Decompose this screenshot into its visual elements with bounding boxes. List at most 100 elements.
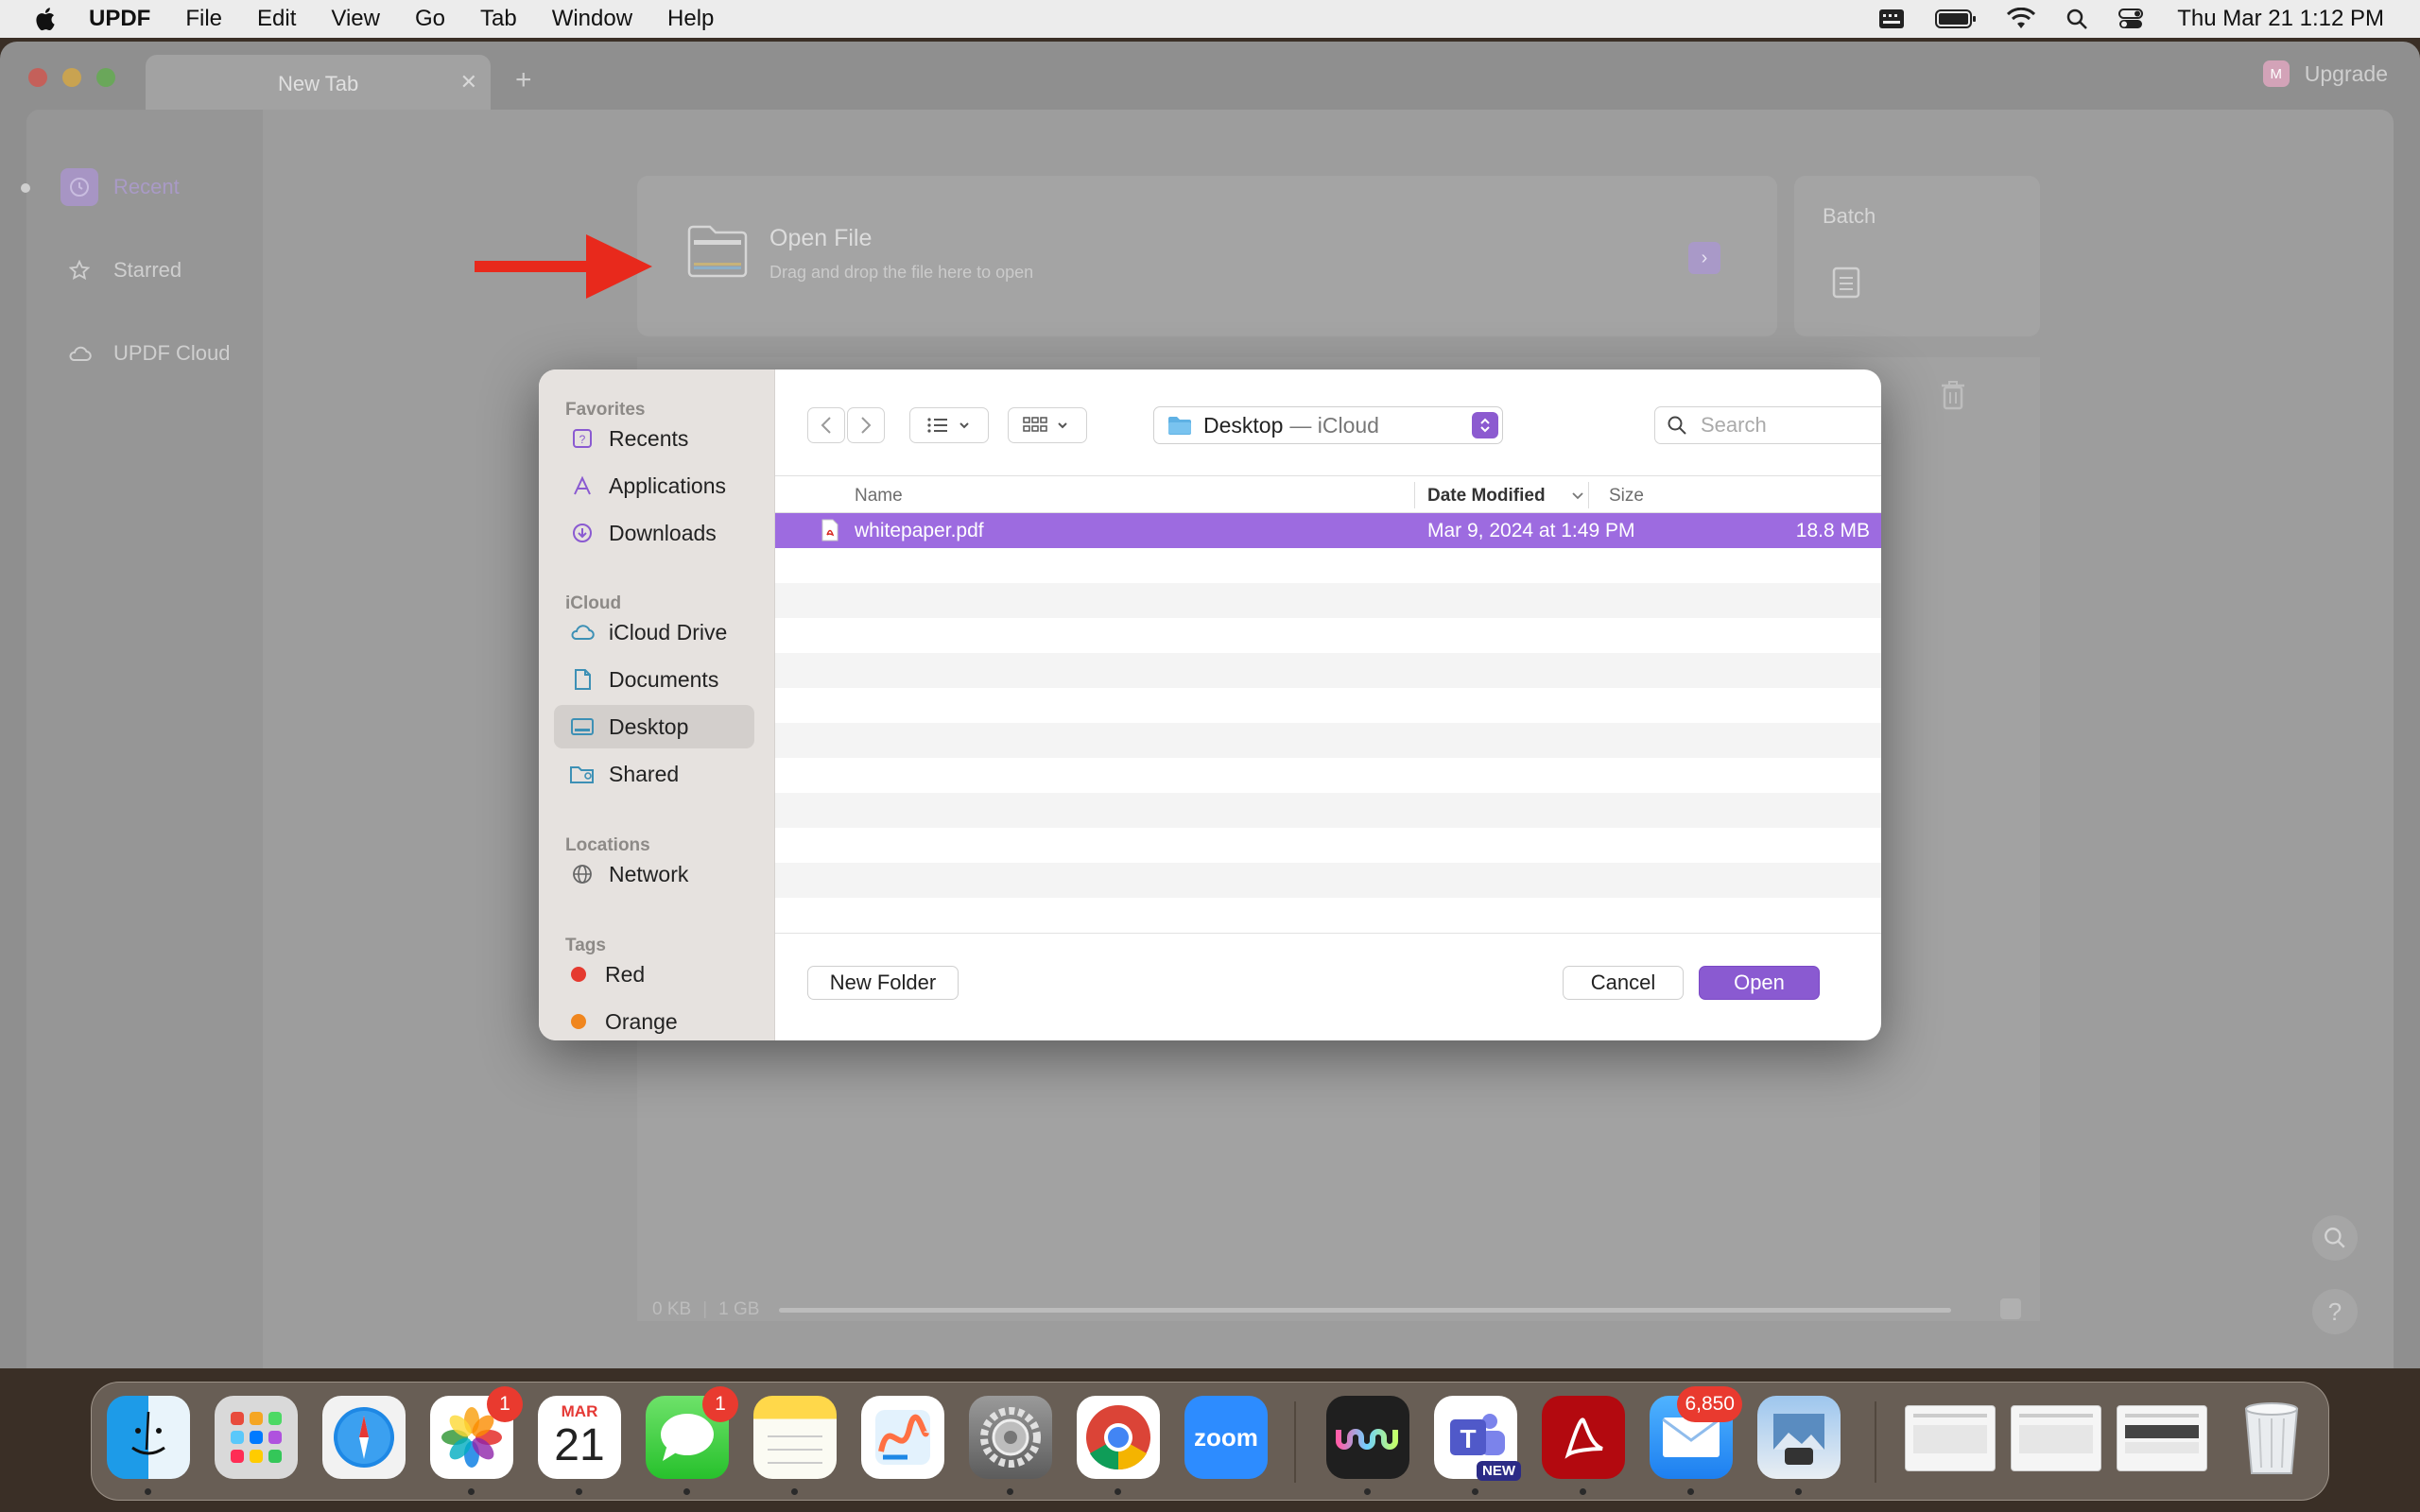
search-icon[interactable] <box>2312 1215 2358 1261</box>
minimize-window-button[interactable] <box>62 68 81 87</box>
tab-new-tab[interactable]: New Tab ✕ <box>146 55 491 110</box>
launchpad-icon[interactable] <box>215 1396 298 1479</box>
back-button[interactable] <box>807 407 845 443</box>
control-center-icon[interactable] <box>2118 8 2144 30</box>
sidebar-item-tag-orange[interactable]: Orange <box>554 1000 754 1040</box>
battery-icon[interactable] <box>1935 9 1977 29</box>
downloads-icon <box>569 520 596 546</box>
running-indicator <box>1580 1488 1586 1495</box>
sidebar-item-starred[interactable]: Starred <box>60 251 182 289</box>
teams-icon[interactable]: T NEW <box>1434 1396 1521 1481</box>
batch-card[interactable]: Batch <box>1794 176 2040 336</box>
menu-app-name[interactable]: UPDF <box>89 6 150 32</box>
applications-icon <box>569 472 596 499</box>
list-item <box>775 723 1881 758</box>
notes-icon[interactable] <box>753 1396 837 1479</box>
column-size[interactable]: Size <box>1609 486 1644 507</box>
running-indicator <box>468 1488 475 1495</box>
screen-record-icon[interactable] <box>1878 9 1905 29</box>
close-window-button[interactable] <box>28 68 47 87</box>
apple-logo-icon[interactable] <box>32 5 60 33</box>
dock-separator <box>1294 1401 1296 1483</box>
minimized-window-thumbnail[interactable] <box>2011 1405 2101 1471</box>
minimized-window-thumbnail[interactable] <box>1905 1405 1996 1471</box>
adobe-acrobat-icon[interactable] <box>1542 1396 1625 1479</box>
open-button[interactable]: Open <box>1699 966 1820 1000</box>
waveform-app-icon[interactable] <box>1326 1396 1409 1479</box>
sidebar-item-shared[interactable]: Shared <box>554 752 754 796</box>
grid-view-button[interactable] <box>1008 407 1087 443</box>
upgrade-button[interactable]: M Upgrade <box>2262 60 2388 87</box>
freeform-icon[interactable] <box>861 1396 944 1479</box>
sidebar-item-network[interactable]: Network <box>554 852 754 896</box>
new-tab-button[interactable]: + <box>515 64 532 96</box>
grid-view-icon <box>1023 417 1067 432</box>
sidebar-item-icloud-drive[interactable]: iCloud Drive <box>554 610 754 654</box>
menu-go[interactable]: Go <box>415 6 445 32</box>
trash-icon[interactable] <box>2230 1396 2313 1479</box>
system-settings-icon[interactable] <box>969 1396 1052 1479</box>
sidebar-item-desktop[interactable]: Desktop <box>554 705 754 748</box>
mail-icon[interactable]: 6,850 <box>1650 1386 1742 1479</box>
list-item <box>775 898 1881 933</box>
menu-help[interactable]: Help <box>667 6 714 32</box>
sidebar-item-downloads[interactable]: Downloads <box>554 511 754 555</box>
menu-clock[interactable]: Thu Mar 21 1:12 PM <box>2177 6 2384 32</box>
list-view-button[interactable] <box>909 407 989 443</box>
finder-icon[interactable] <box>107 1396 190 1479</box>
help-icon[interactable]: ? <box>2312 1289 2358 1334</box>
messages-icon[interactable]: 1 <box>646 1386 738 1479</box>
star-icon <box>60 251 98 289</box>
open-file-subtitle: Drag and drop the file here to open <box>769 263 1034 282</box>
sidebar-item-tag-red[interactable]: Red <box>554 953 754 996</box>
dialog-toolbar: Desktop — iCloud Search <box>775 369 1881 475</box>
forward-button[interactable] <box>847 407 885 443</box>
red-arrow-annotation <box>475 234 652 299</box>
running-indicator <box>1364 1488 1371 1495</box>
messages-badge: 1 <box>702 1386 738 1422</box>
new-folder-button[interactable]: New Folder <box>807 966 959 1000</box>
cancel-button[interactable]: Cancel <box>1563 966 1684 1000</box>
close-tab-icon[interactable]: ✕ <box>460 70 477 94</box>
list-item <box>775 758 1881 793</box>
trash-icon[interactable] <box>1940 380 1966 410</box>
sidebar-item-applications[interactable]: Applications <box>554 464 754 507</box>
menu-window[interactable]: Window <box>552 6 632 32</box>
sidebar-item-label: iCloud Drive <box>609 619 728 644</box>
list-item <box>775 688 1881 723</box>
safari-icon[interactable] <box>322 1396 406 1479</box>
photos-icon[interactable]: 1 <box>430 1386 523 1479</box>
menu-tab[interactable]: Tab <box>480 6 517 32</box>
zoom-icon[interactable]: zoom <box>1184 1396 1268 1479</box>
menu-view[interactable]: View <box>331 6 380 32</box>
chrome-icon[interactable] <box>1077 1396 1160 1479</box>
file-date: Mar 9, 2024 at 1:49 PM <box>1427 520 1635 541</box>
sidebar-item-recent[interactable]: Recent <box>60 168 180 206</box>
dock-separator <box>1875 1401 1876 1483</box>
minimized-window-thumbnail[interactable] <box>2117 1405 2207 1471</box>
column-date-modified[interactable]: Date Modified <box>1427 486 1546 507</box>
running-indicator <box>1007 1488 1013 1495</box>
zoom-window-button[interactable] <box>96 68 115 87</box>
sidebar-item-label: Shared <box>609 761 680 786</box>
location-popup[interactable]: Desktop — iCloud <box>1153 406 1503 444</box>
sidebar-item-documents[interactable]: Documents <box>554 658 754 701</box>
running-indicator <box>683 1488 690 1495</box>
sidebar-item-recents[interactable]: ? Recents <box>554 417 754 460</box>
storage-add-icon[interactable] <box>2000 1298 2021 1319</box>
calendar-icon[interactable]: MAR 21 <box>538 1396 621 1479</box>
sort-chevron-down-icon[interactable] <box>1571 491 1584 501</box>
sidebar-item-updf-cloud[interactable]: UPDF Cloud <box>60 335 230 372</box>
chevron-right-icon[interactable]: › <box>1688 242 1720 274</box>
open-file-card[interactable]: Open File Drag and drop the file here to… <box>637 176 1777 336</box>
search-placeholder: Search <box>1701 413 1767 437</box>
storage-total: 1 GB <box>718 1299 760 1319</box>
spotlight-search-icon[interactable] <box>2066 8 2088 30</box>
search-field[interactable]: Search <box>1654 406 1881 444</box>
column-name[interactable]: Name <box>855 486 903 507</box>
wifi-icon[interactable] <box>2007 8 2036 30</box>
preview-icon[interactable] <box>1757 1396 1841 1479</box>
table-row[interactable]: whitepaper.pdf Mar 9, 2024 at 1:49 PM 18… <box>775 513 1881 548</box>
menu-file[interactable]: File <box>185 6 222 32</box>
menu-edit[interactable]: Edit <box>257 6 296 32</box>
